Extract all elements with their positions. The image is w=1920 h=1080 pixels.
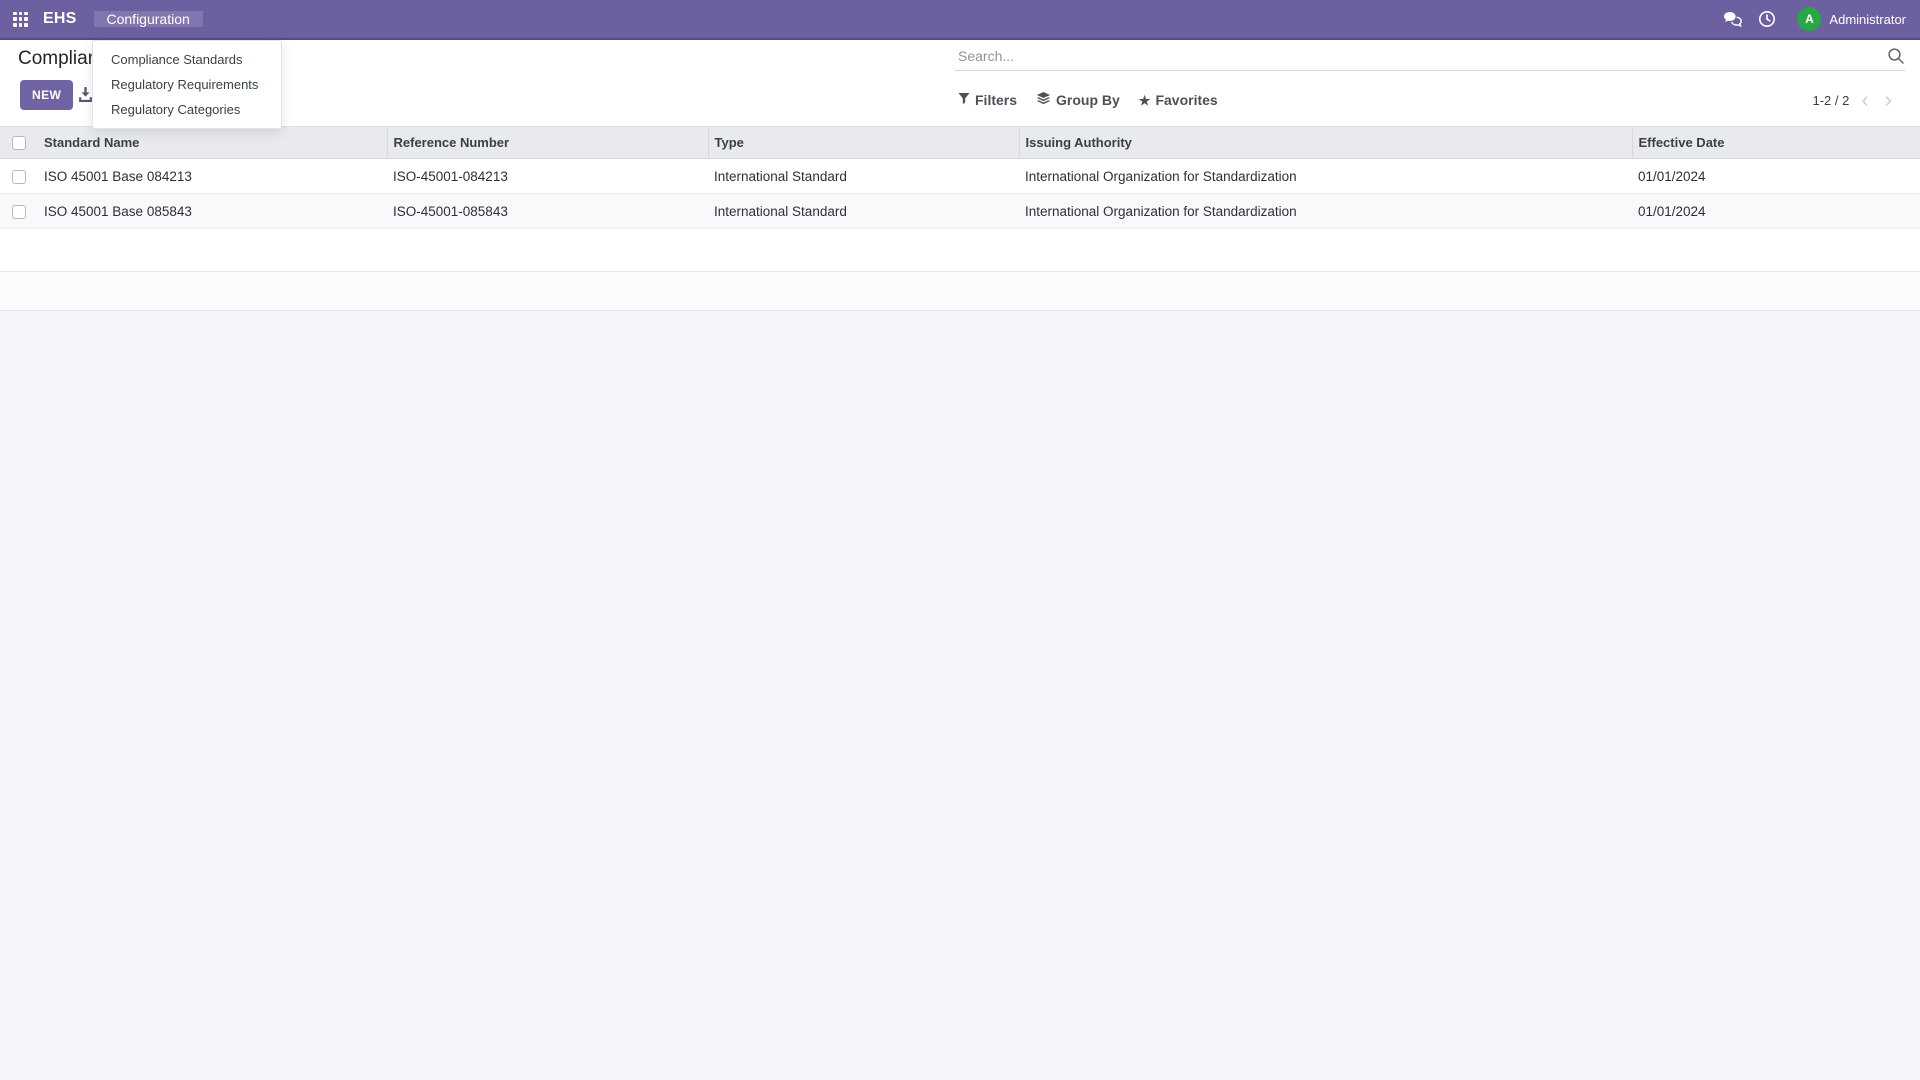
favorites-label: Favorites (1155, 92, 1217, 108)
pager: 1-2 / 2 ‹ › (1812, 85, 1896, 115)
cell-effective-date: 01/01/2024 (1632, 194, 1920, 229)
row-select-cell (0, 194, 38, 229)
row-checkbox[interactable] (12, 205, 26, 219)
user-avatar[interactable]: A (1797, 7, 1821, 31)
column-type[interactable]: Type (708, 127, 1019, 159)
new-button[interactable]: NEW (20, 80, 73, 110)
group-by-icon (1036, 91, 1051, 109)
table-header-row: Standard Name Reference Number Type Issu… (0, 127, 1920, 159)
row-checkbox[interactable] (12, 170, 26, 184)
filters-button[interactable]: Filters (958, 92, 1017, 108)
row-select-cell (0, 159, 38, 194)
group-by-label: Group By (1056, 92, 1120, 108)
cell-reference-number: ISO-45001-084213 (387, 159, 708, 194)
search-input[interactable] (955, 46, 1887, 66)
cell-type: International Standard (708, 159, 1019, 194)
app-name[interactable]: EHS (43, 10, 77, 28)
navbar-right: A Administrator (1723, 0, 1920, 38)
filter-icon (958, 92, 970, 108)
apps-grid-icon[interactable] (13, 12, 28, 27)
avatar-initial: A (1805, 12, 1814, 26)
cell-standard-name: ISO 45001 Base 085843 (38, 194, 387, 229)
favorites-star-icon: ★ (1139, 94, 1151, 107)
column-issuing-authority[interactable]: Issuing Authority (1019, 127, 1632, 159)
select-all-checkbox[interactable] (12, 136, 26, 150)
column-standard-name[interactable]: Standard Name (38, 127, 387, 159)
pager-next-icon[interactable]: › (1881, 90, 1896, 110)
navbar-left: EHS Configuration (0, 0, 203, 38)
table-empty-area (0, 229, 1920, 271)
group-by-button[interactable]: Group By (1036, 91, 1120, 109)
menu-configuration[interactable]: Configuration (94, 11, 203, 27)
control-panel: Compliance Standards NEW Filte (0, 40, 1920, 126)
cell-standard-name: ISO 45001 Base 084213 (38, 159, 387, 194)
column-reference-number[interactable]: Reference Number (387, 127, 708, 159)
cell-effective-date: 01/01/2024 (1632, 159, 1920, 194)
table-row[interactable]: ISO 45001 Base 085843 ISO-45001-085843 I… (0, 194, 1920, 229)
activities-clock-icon[interactable] (1757, 9, 1777, 29)
menu-item-compliance-standards[interactable]: Compliance Standards (93, 47, 281, 72)
table-row[interactable]: ISO 45001 Base 084213 ISO-45001-084213 I… (0, 159, 1920, 194)
favorites-button[interactable]: ★ Favorites (1139, 92, 1218, 108)
menu-item-regulatory-requirements[interactable]: Regulatory Requirements (93, 72, 281, 97)
filters-label: Filters (975, 92, 1017, 108)
table-footer-band (0, 271, 1920, 311)
messages-icon[interactable] (1723, 9, 1743, 29)
configuration-dropdown-menu: Compliance Standards Regulatory Requirem… (92, 40, 282, 129)
cell-type: International Standard (708, 194, 1019, 229)
menu-item-regulatory-categories[interactable]: Regulatory Categories (93, 97, 281, 122)
select-all-cell (0, 127, 38, 159)
top-navbar: EHS Configuration A Administrator (0, 0, 1920, 40)
search-icon[interactable] (1887, 47, 1905, 65)
user-name[interactable]: Administrator (1829, 12, 1906, 27)
column-effective-date[interactable]: Effective Date (1632, 127, 1920, 159)
pager-range: 1-2 / 2 (1812, 93, 1849, 108)
pager-previous-icon[interactable]: ‹ (1857, 90, 1872, 110)
cell-issuing-authority: International Organization for Standardi… (1019, 194, 1632, 229)
filter-bar: Filters Group By ★ Favorites (958, 85, 1218, 115)
menu-configuration-label: Configuration (107, 11, 190, 27)
cell-issuing-authority: International Organization for Standardi… (1019, 159, 1632, 194)
search-bar (955, 46, 1905, 71)
cell-reference-number: ISO-45001-085843 (387, 194, 708, 229)
compliance-standards-table: Standard Name Reference Number Type Issu… (0, 126, 1920, 229)
